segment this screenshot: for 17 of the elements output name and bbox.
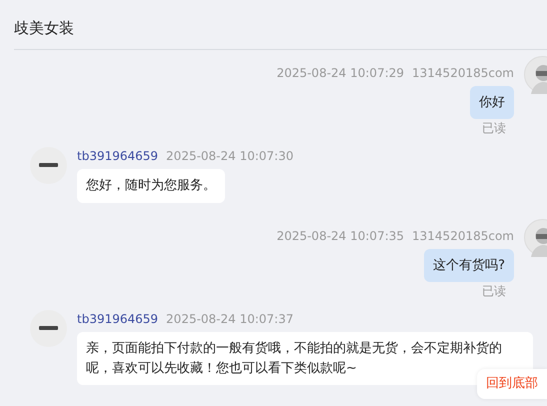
read-status: 已读 [482,283,506,300]
user-name: 1314520185com [412,64,514,82]
read-status: 已读 [482,120,506,137]
user-name: 1314520185com [412,228,514,244]
message-time: 2025-08-24 10:07:30 [166,148,294,165]
logo-avatar-icon [30,147,67,184]
message-time: 2025-08-24 10:07:35 [276,228,404,244]
message-bubble: 您好，随时为您服务。 [77,169,225,202]
message-bubble: 你好 [470,86,514,119]
message-bubble: 这个有货吗? [424,248,514,282]
message-time: 2025-08-24 10:07:37 [166,311,294,328]
message-time: 2025-08-24 10:07:29 [276,64,404,82]
user-name[interactable]: tb391964659 [77,310,158,328]
logo-avatar-icon [30,310,67,347]
chat-title: 歧美女装 [14,19,74,37]
back-to-bottom-button[interactable]: 回到底部 [477,369,547,398]
user-name[interactable]: tb391964659 [77,147,158,165]
